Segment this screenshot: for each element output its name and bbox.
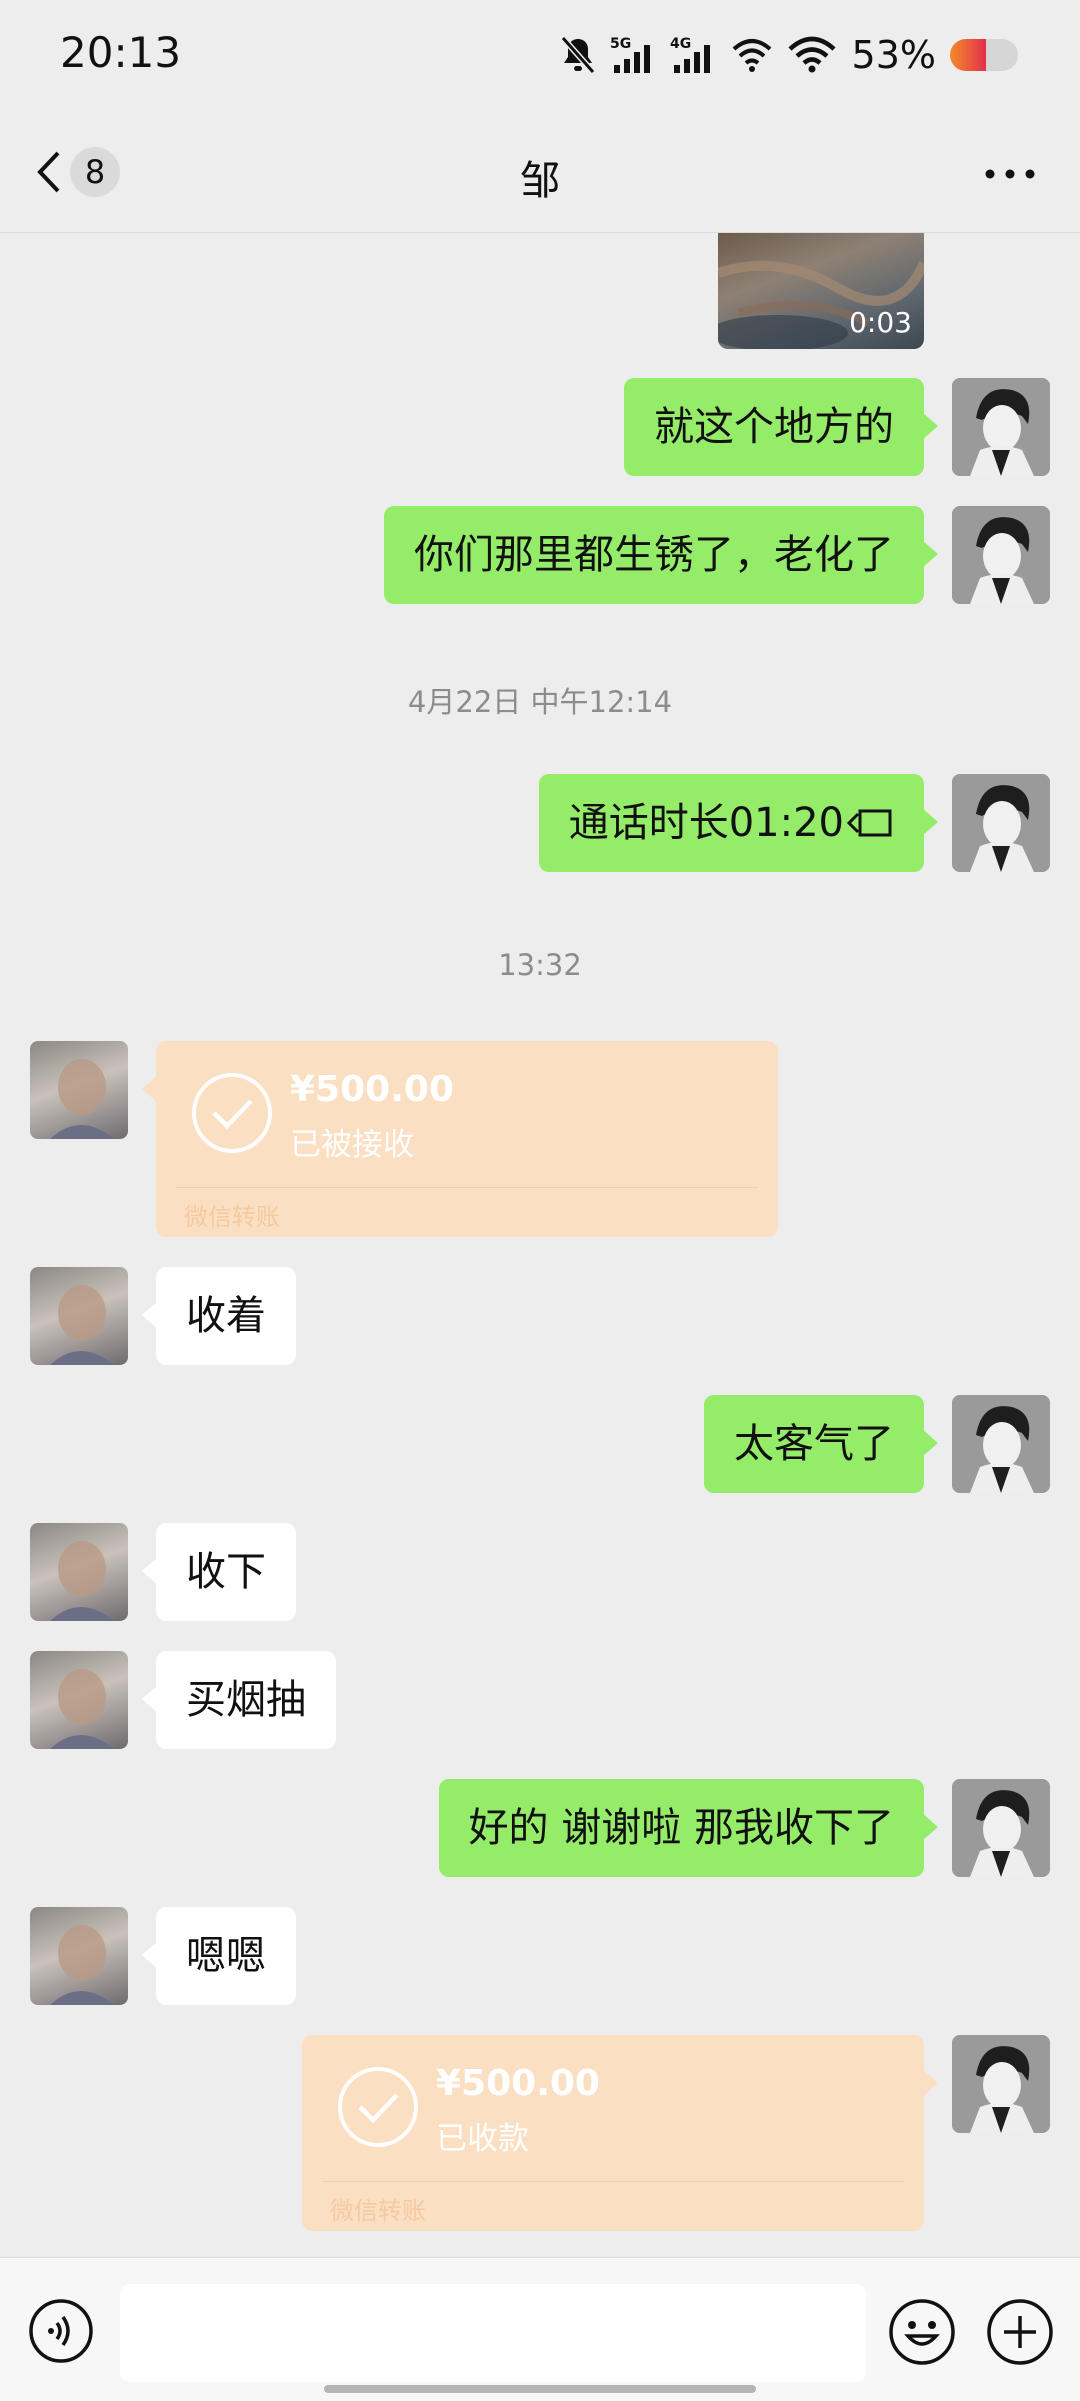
chat-title: 邹 [520, 158, 560, 204]
outgoing-message[interactable]: 你们那里都生锈了，老化了 [384, 506, 938, 604]
voice-icon[interactable] [28, 2298, 94, 2364]
timestamp: 13:32 [498, 948, 582, 982]
my-avatar[interactable] [952, 774, 1050, 872]
input-bar [0, 2257, 1080, 2401]
message-input[interactable] [120, 2284, 866, 2382]
mute-bell-icon [560, 36, 595, 74]
avatar-image [952, 378, 1050, 476]
video-message[interactable]: 0:03 [718, 233, 924, 349]
transfer-label: 微信转账 [184, 1203, 280, 1231]
status-time: 20:13 [60, 28, 182, 77]
avatar-image [50, 1059, 114, 1139]
contact-avatar[interactable] [30, 1267, 128, 1365]
contact-avatar[interactable] [30, 1523, 128, 1621]
call-duration-text: 通话时长01:20 [568, 800, 844, 846]
plus-icon[interactable] [986, 2298, 1054, 2366]
transfer-label: 微信转账 [330, 2197, 426, 2225]
transfer-status: 已被接收 [290, 1127, 414, 1163]
transfer-amount: ¥500.00 [290, 1069, 454, 1110]
message-list[interactable]: 0:03 就这个地方的 你们那里都生锈了，老化了 4月22日 中午12:14 通… [0, 233, 1080, 2257]
signal-4g-label: 4G [670, 36, 691, 52]
status-bar: 20:13 5G 4G 53% [0, 0, 1080, 112]
video-call-icon [846, 809, 892, 837]
avatar-image [952, 1395, 1050, 1493]
contact-avatar[interactable] [30, 1041, 128, 1139]
avatar-image [952, 1779, 1050, 1877]
transfer-card-received[interactable]: ¥500.00 已被接收 微信转账 [142, 1041, 778, 1237]
battery-icon [950, 39, 1018, 71]
contact-avatar[interactable] [30, 1651, 128, 1749]
avatar-image [50, 1925, 114, 2005]
battery-percent: 53% [851, 33, 936, 77]
check-circle-icon [338, 2067, 418, 2147]
my-avatar[interactable] [952, 1395, 1050, 1493]
call-record-message[interactable]: 通话时长01:20 [538, 774, 939, 872]
outgoing-message[interactable]: 太客气了 [704, 1395, 938, 1493]
my-avatar[interactable] [952, 2035, 1050, 2133]
check-circle-icon [192, 1073, 272, 1153]
avatar-image [50, 1669, 114, 1749]
outgoing-message[interactable]: 好的 谢谢啦 那我收下了 [438, 1779, 939, 1877]
my-avatar[interactable] [952, 378, 1050, 476]
more-options-icon[interactable] [980, 154, 1040, 194]
contact-avatar[interactable] [30, 1907, 128, 2005]
signal-5g-icon: 5G [610, 36, 650, 73]
outgoing-message[interactable]: 就这个地方的 [624, 378, 938, 476]
chat-header: 8 邹 [0, 112, 1080, 233]
my-avatar[interactable] [952, 506, 1050, 604]
signal-5g-label: 5G [610, 36, 631, 52]
incoming-message[interactable]: 买烟抽 [142, 1651, 336, 1749]
transfer-card-sent[interactable]: ¥500.00 已收款 微信转账 [302, 2035, 938, 2231]
emoji-icon[interactable] [888, 2298, 956, 2366]
avatar-image [50, 1285, 114, 1365]
timestamp: 4月22日 中午12:14 [407, 685, 673, 719]
avatar-image [50, 1541, 114, 1621]
incoming-message[interactable]: 嗯嗯 [142, 1907, 296, 2005]
transfer-amount: ¥500.00 [436, 2063, 600, 2104]
transfer-divider [322, 2181, 904, 2182]
transfer-divider [176, 1187, 758, 1188]
wifi-arrows-icon [732, 39, 771, 72]
status-icons: 5G 4G 53% [560, 30, 1018, 80]
avatar-image [952, 506, 1050, 604]
my-avatar[interactable] [952, 1779, 1050, 1877]
incoming-message[interactable]: 收下 [142, 1523, 296, 1621]
wifi-icon [788, 36, 836, 73]
transfer-status: 已收款 [436, 2121, 529, 2157]
signal-4g-icon: 4G [670, 36, 710, 73]
avatar-image [952, 774, 1050, 872]
incoming-message[interactable]: 收着 [142, 1267, 296, 1365]
home-indicator[interactable] [324, 2385, 756, 2393]
avatar-image [952, 2035, 1050, 2133]
video-duration: 0:03 [849, 306, 912, 339]
